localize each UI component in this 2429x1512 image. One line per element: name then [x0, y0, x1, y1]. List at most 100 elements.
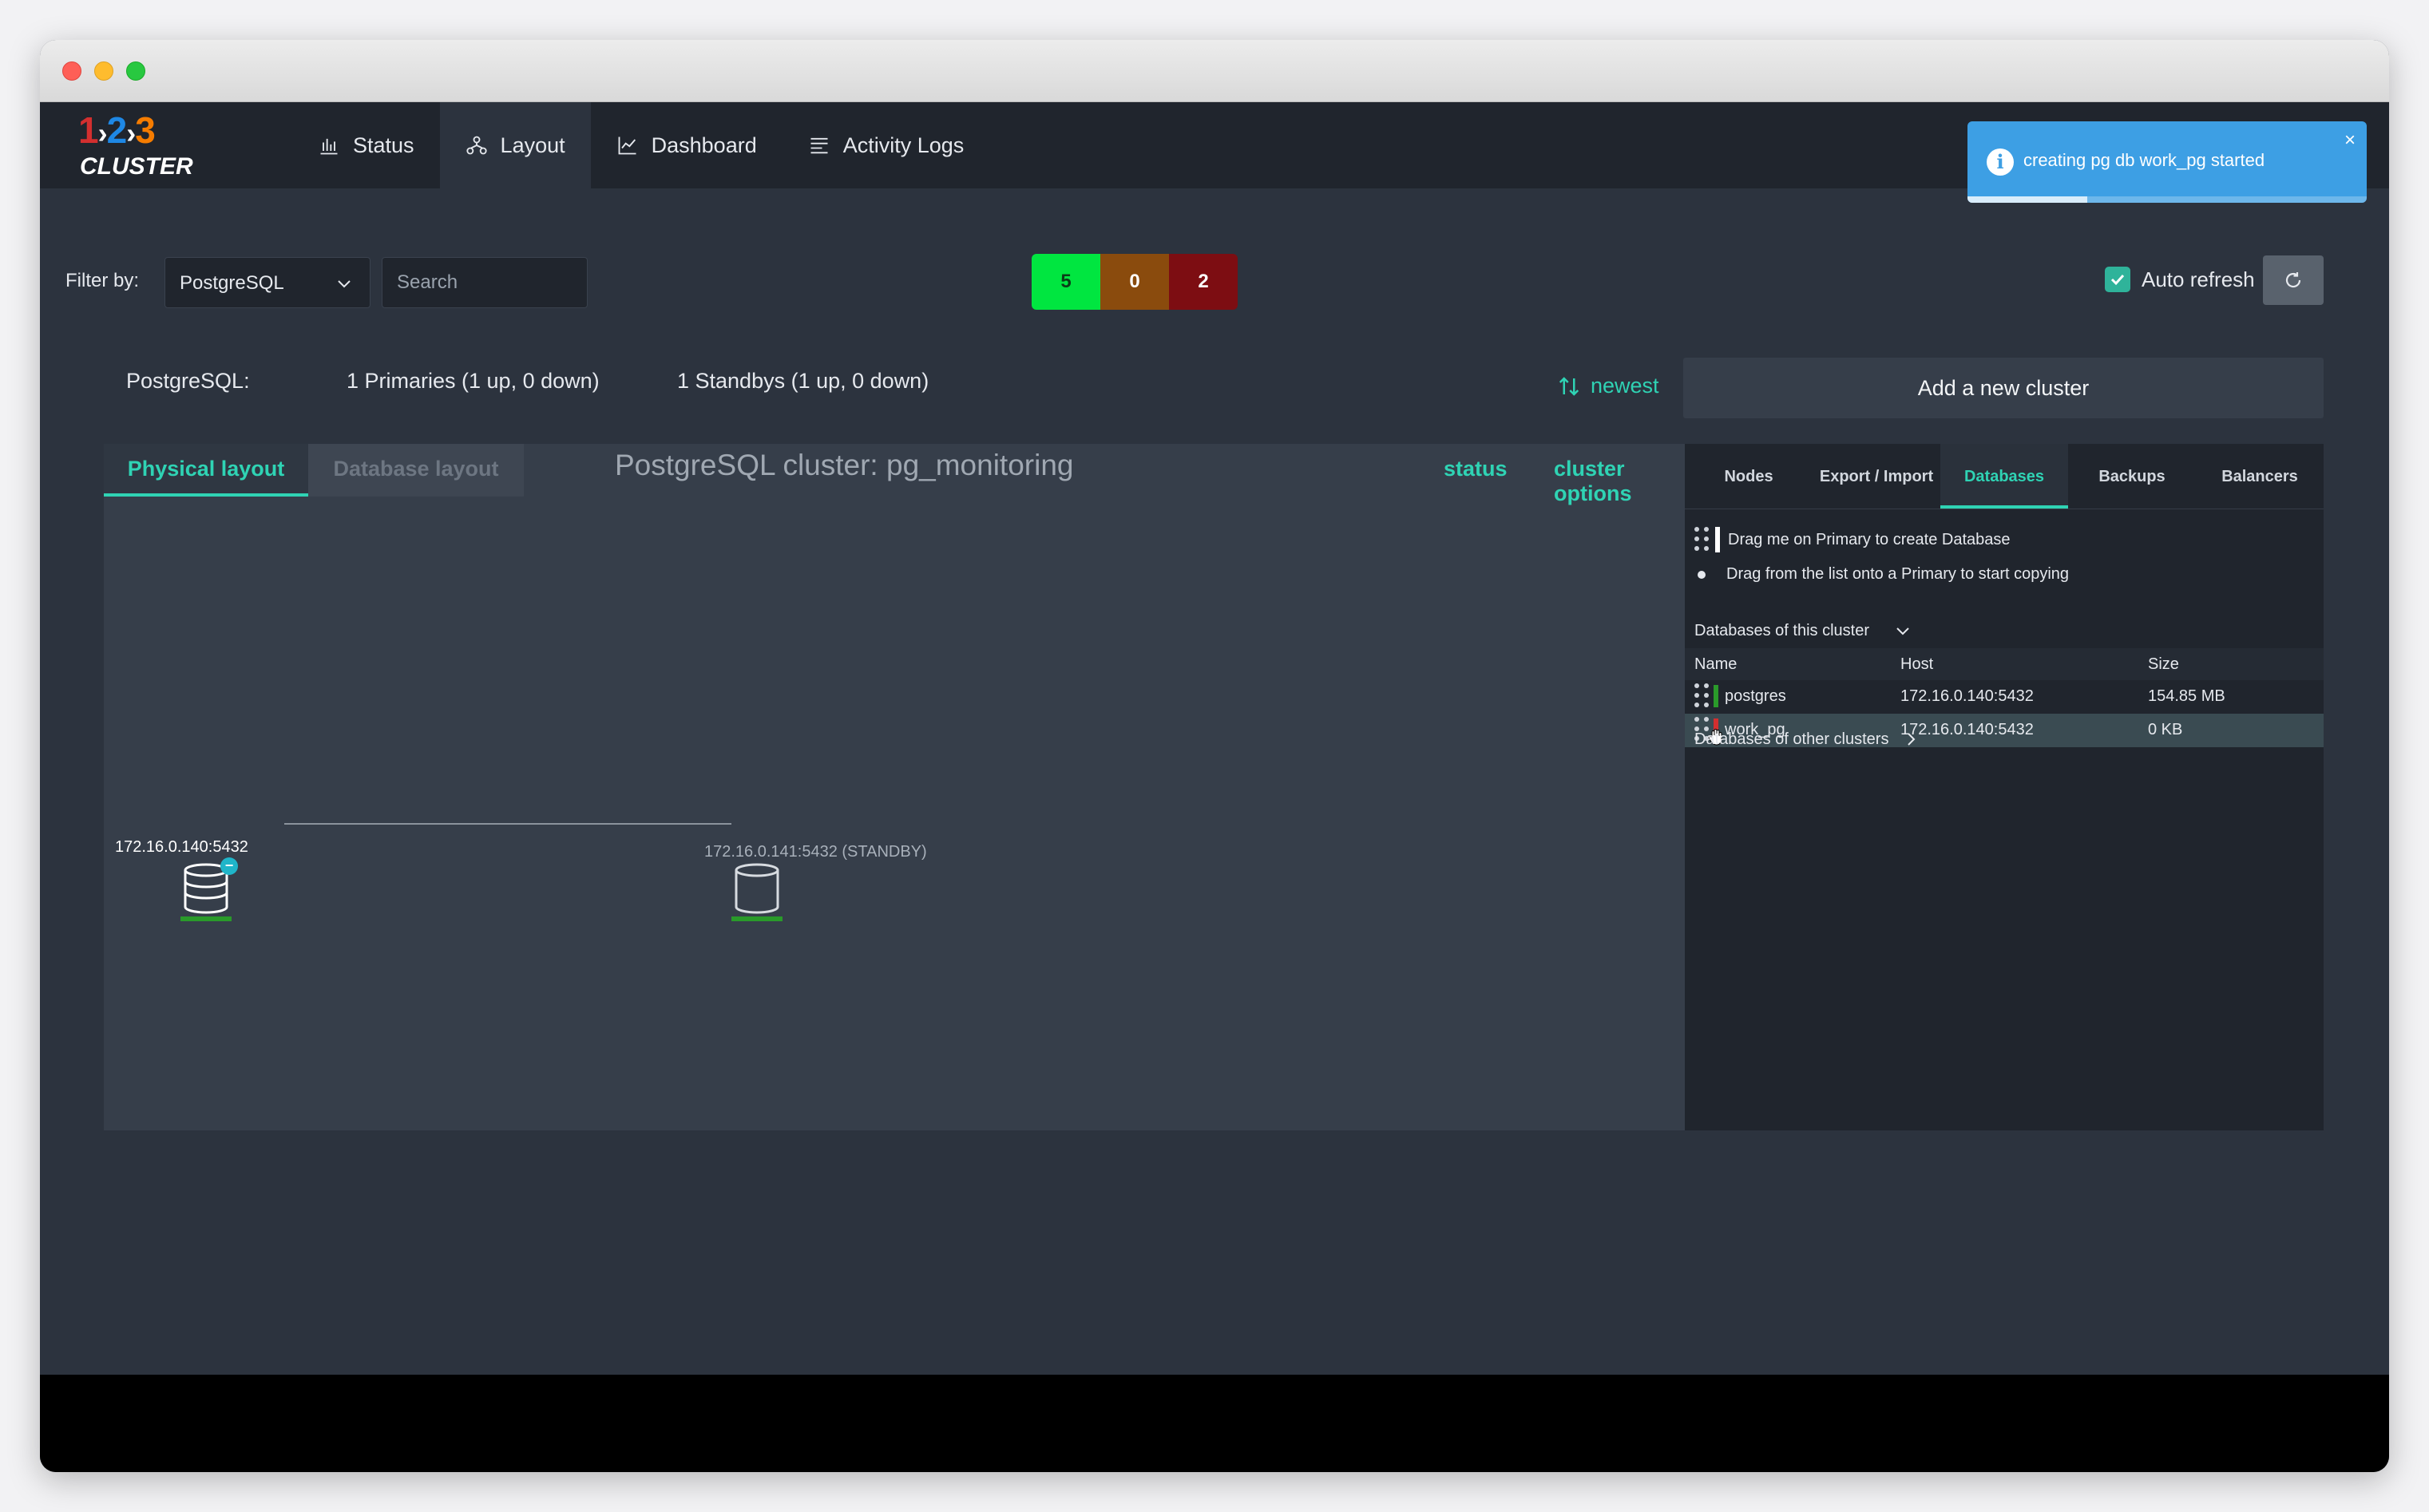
column-header-size[interactable]: Size [2148, 648, 2179, 680]
db-size: 0 KB [2148, 721, 2183, 738]
logo-digit-3: 3 [135, 109, 156, 151]
auto-refresh-checkbox[interactable] [2105, 267, 2130, 292]
replication-link [284, 823, 731, 825]
sort-toggle[interactable]: newest [1557, 374, 1659, 398]
close-window-button[interactable] [62, 61, 81, 81]
drag-handle-icon [1694, 527, 1709, 552]
app-content: 1›2›3 CLUSTER Status Layout Dashboard Ac… [40, 102, 2389, 1375]
standbys-summary: 1 Standbys (1 up, 0 down) [677, 369, 929, 393]
sort-label: newest [1591, 374, 1659, 398]
database-icon [735, 863, 779, 914]
filter-selected-value: PostgreSQL [180, 272, 284, 294]
sort-arrows-icon [1559, 376, 1579, 396]
nav-tab-label: Dashboard [651, 133, 757, 157]
this-cluster-section-title: Databases of this cluster [1694, 621, 1869, 639]
info-icon: i [1987, 148, 2014, 176]
db-name: postgres [1725, 687, 1786, 705]
primaries-summary: 1 Primaries (1 up, 0 down) [347, 369, 600, 393]
copy-hint-row: Drag from the list onto a Primary to sta… [1694, 565, 2069, 584]
nav-tab-label: Layout [500, 133, 565, 157]
drag-handle-icon[interactable] [1694, 683, 1709, 709]
tab-balancers[interactable]: Balancers [2196, 444, 2324, 509]
cluster-options-link[interactable]: cluster options [1554, 457, 1685, 506]
nav-tab-label: Status [353, 133, 414, 157]
main-nav: Status Layout Dashboard Activity Logs [292, 102, 989, 188]
window-titlebar [40, 40, 2389, 102]
db-name-cell: postgres [1694, 680, 1786, 712]
logo-chevron-icon: › [97, 117, 108, 149]
line-chart-icon [616, 134, 639, 156]
standby-node-status-bar [731, 916, 783, 921]
this-cluster-section-toggle[interactable]: Databases of this cluster [1694, 621, 1912, 640]
minimize-window-button[interactable] [94, 61, 113, 81]
minus-badge-icon[interactable]: − [220, 857, 238, 875]
tab-physical-layout[interactable]: Physical layout [104, 444, 308, 497]
db-status-flag [1714, 685, 1718, 707]
side-panel: Nodes Export / Import Databases Backups … [1685, 444, 2324, 1130]
filter-label: Filter by: [65, 270, 140, 291]
toast-message: creating pg db work_pg started [2023, 150, 2265, 170]
notification-toast: i creating pg db work_pg started × [1967, 121, 2367, 203]
refresh-icon [2285, 272, 2301, 288]
footer-bar [40, 1375, 2389, 1472]
create-database-drag-handle[interactable]: Drag me on Primary to create Database [1694, 527, 2011, 552]
auto-refresh-label: Auto refresh [2142, 267, 2255, 291]
primary-node-label: 172.16.0.140:5432 [115, 838, 248, 856]
drag-bar-icon [1715, 527, 1720, 552]
auto-refresh-toggle[interactable]: Auto refresh [2105, 267, 2255, 292]
tab-nodes[interactable]: Nodes [1685, 444, 1813, 509]
primary-node-status-bar [180, 916, 232, 921]
sitemap-icon [466, 134, 488, 156]
app-window: 1›2›3 CLUSTER Status Layout Dashboard Ac… [40, 40, 2389, 1472]
tab-database-layout[interactable]: Database layout [308, 444, 524, 497]
search-input[interactable] [382, 257, 588, 308]
tab-export-import[interactable]: Export / Import [1813, 444, 1940, 509]
primary-node[interactable]: − [180, 857, 238, 923]
db-size: 154.85 MB [2148, 687, 2225, 705]
count-warning-badge[interactable]: 0 [1100, 254, 1169, 310]
layout-panel: Physical layout Database layout PostgreS… [104, 444, 1685, 1130]
count-down-badge[interactable]: 2 [1169, 254, 1238, 310]
tab-databases[interactable]: Databases [1940, 444, 2068, 509]
nav-tab-label: Activity Logs [842, 133, 965, 157]
count-up-badge[interactable]: 5 [1032, 254, 1100, 310]
drag-create-hint: Drag me on Primary to create Database [1728, 530, 2011, 548]
refresh-button[interactable] [2263, 255, 2324, 305]
logo-chevron-icon: › [126, 117, 136, 149]
tab-backups[interactable]: Backups [2068, 444, 2196, 509]
nav-tab-dashboard[interactable]: Dashboard [591, 102, 783, 188]
chevron-right-icon [1908, 733, 1916, 746]
cluster-title: PostgreSQL cluster: pg_monitoring [615, 449, 1074, 481]
chevron-down-icon [338, 280, 351, 288]
nav-tab-status[interactable]: Status [292, 102, 440, 188]
nav-tab-activity-logs[interactable]: Activity Logs [783, 102, 990, 188]
status-counts: 5 0 2 [1032, 254, 1238, 310]
nav-tab-layout[interactable]: Layout [439, 102, 591, 188]
db-host: 172.16.0.140:5432 [1900, 687, 2034, 705]
logo-digit-1: 1 [78, 109, 99, 151]
table-header: Name Host Size [1685, 648, 2324, 680]
cluster-logo[interactable]: 1›2›3 CLUSTER [78, 112, 198, 180]
column-header-host[interactable]: Host [1900, 648, 1933, 680]
other-clusters-section-toggle[interactable]: Databases of other clusters [1694, 730, 1920, 749]
filter-select[interactable]: PostgreSQL [164, 257, 370, 308]
column-header-name[interactable]: Name [1694, 648, 1737, 680]
cluster-type-label: PostgreSQL: [126, 369, 250, 393]
table-row[interactable]: postgres 172.16.0.140:5432 154.85 MB [1685, 680, 2324, 714]
chevron-down-icon [1896, 627, 1909, 635]
logo-wordmark: CLUSTER [80, 153, 193, 180]
standby-node-label: 172.16.0.141:5432 (STANDBY) [704, 843, 927, 861]
bullet-icon [1698, 570, 1706, 579]
toast-progress-bar [1967, 196, 2367, 203]
list-icon [808, 134, 830, 156]
checkmark-icon [2110, 274, 2125, 286]
add-cluster-button[interactable]: Add a new cluster [1683, 358, 2324, 418]
maximize-window-button[interactable] [126, 61, 145, 81]
drag-copy-hint: Drag from the list onto a Primary to sta… [1726, 565, 2070, 583]
standby-node[interactable] [731, 862, 783, 923]
status-link[interactable]: status [1444, 457, 1508, 481]
toast-progress-fill [1967, 196, 2087, 203]
logo-digit-2: 2 [106, 109, 128, 151]
other-clusters-section-title: Databases of other clusters [1694, 730, 1889, 748]
toast-close-icon[interactable]: × [2344, 129, 2356, 152]
